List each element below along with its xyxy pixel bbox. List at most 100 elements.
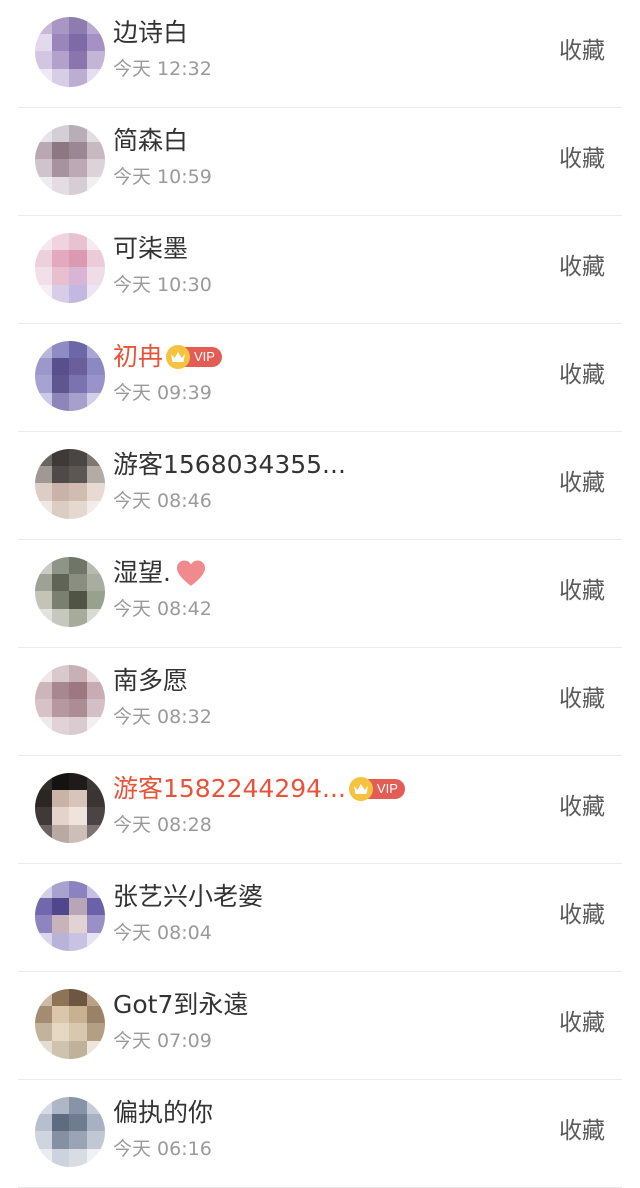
avatar-pixel: [86, 51, 105, 70]
avatar-pixel: [35, 159, 53, 178]
avatar-pixel: [86, 249, 105, 269]
timestamp: 今天 07:09: [113, 1030, 212, 1052]
avatar[interactable]: [35, 665, 105, 735]
avatar[interactable]: [35, 233, 105, 303]
avatar-pixel: [51, 249, 71, 269]
avatar-pixel: [35, 807, 53, 826]
list-item[interactable]: 南多愿 今天 08:32 收藏: [0, 648, 640, 756]
avatar-pixel: [86, 1113, 105, 1133]
avatar-pixel: [86, 341, 105, 359]
avatar-pixel: [35, 681, 53, 701]
avatar[interactable]: [35, 449, 105, 519]
avatar-pixel: [69, 1148, 88, 1167]
avatar-pixel: [69, 51, 88, 70]
avatar-pixel: [35, 68, 53, 87]
avatar-pixel: [35, 233, 53, 251]
avatar-pixel: [69, 500, 88, 519]
avatar-pixel: [86, 1131, 105, 1150]
collect-button[interactable]: 收藏: [559, 252, 605, 282]
avatar-pixel: [86, 33, 105, 53]
list-item[interactable]: 可柒墨 今天 10:30 收藏: [0, 216, 640, 324]
timestamp: 今天 08:32: [113, 706, 212, 728]
crown-icon: [166, 345, 191, 369]
avatar-pixel: [86, 773, 105, 791]
avatar-pixel: [35, 881, 53, 899]
avatar-pixel: [35, 608, 53, 627]
avatar-pixel: [51, 341, 71, 359]
avatar-pixel: [69, 897, 88, 917]
collect-button[interactable]: 收藏: [559, 576, 605, 606]
avatar-pixel: [86, 1005, 105, 1025]
list-item[interactable]: 简森白 今天 10:59 收藏: [0, 108, 640, 216]
avatar-pixel: [51, 267, 71, 286]
avatar-pixel: [51, 68, 71, 87]
collect-button[interactable]: 收藏: [559, 684, 605, 714]
avatar-pixel: [69, 1005, 88, 1025]
avatar-pixel: [69, 357, 88, 377]
avatar-pixel: [51, 989, 71, 1007]
collect-button[interactable]: 收藏: [559, 900, 605, 930]
list-item[interactable]: 边诗白 今天 12:32 收藏: [0, 0, 640, 108]
timestamp: 今天 10:59: [113, 166, 212, 188]
user-name: 初冉 VIP: [113, 340, 222, 374]
avatar-pixel: [51, 773, 71, 791]
avatar-pixel: [51, 465, 71, 485]
list-item[interactable]: 张艺兴小老婆 今天 08:04 收藏: [0, 864, 640, 972]
avatar-pixel: [86, 557, 105, 575]
avatar[interactable]: [35, 1097, 105, 1167]
avatar-pixel: [69, 465, 88, 485]
avatar-pixel: [86, 716, 105, 735]
avatar[interactable]: [35, 557, 105, 627]
avatar-pixel: [35, 897, 53, 917]
avatar-pixel: [69, 773, 88, 791]
list-item[interactable]: Got7到永遠 今天 07:09 收藏: [0, 972, 640, 1080]
list-item[interactable]: 偏执的你 今天 06:16 收藏: [0, 1080, 640, 1188]
user-name: 可柒墨: [113, 232, 188, 266]
collect-button[interactable]: 收藏: [559, 468, 605, 498]
user-name: 湿望.: [113, 556, 207, 590]
avatar[interactable]: [35, 125, 105, 195]
avatar-pixel: [51, 591, 71, 610]
avatar-pixel: [69, 665, 88, 683]
avatar-pixel: [51, 176, 71, 195]
avatar-pixel: [35, 915, 53, 934]
avatar[interactable]: [35, 341, 105, 411]
collect-button[interactable]: 收藏: [559, 360, 605, 390]
avatar[interactable]: [35, 773, 105, 843]
collect-button[interactable]: 收藏: [559, 36, 605, 66]
avatar-pixel: [86, 17, 105, 35]
timestamp: 今天 06:16: [113, 1138, 212, 1160]
avatar-pixel: [51, 33, 71, 53]
list-item[interactable]: 游客1582244294... VIP 今天 08:28 收藏: [0, 756, 640, 864]
avatar-pixel: [35, 591, 53, 610]
avatar[interactable]: [35, 881, 105, 951]
collect-button[interactable]: 收藏: [559, 1116, 605, 1146]
avatar-pixel: [35, 465, 53, 485]
collect-button[interactable]: 收藏: [559, 792, 605, 822]
user-name: 简森白: [113, 124, 188, 158]
list-item[interactable]: 游客1568034355... 今天 08:46 收藏: [0, 432, 640, 540]
avatar[interactable]: [35, 989, 105, 1059]
avatar-pixel: [51, 483, 71, 502]
avatar-pixel: [86, 1023, 105, 1042]
avatar-pixel: [69, 915, 88, 934]
user-name-text: 可柒墨: [113, 234, 189, 263]
avatar[interactable]: [35, 17, 105, 87]
avatar-pixel: [86, 681, 105, 701]
avatar-pixel: [51, 1113, 71, 1133]
avatar-pixel: [35, 141, 53, 161]
vip-badge: VIP: [166, 345, 222, 369]
avatar-pixel: [69, 125, 88, 143]
list-item[interactable]: 湿望. 今天 08:42 收藏: [0, 540, 640, 648]
collect-button[interactable]: 收藏: [559, 1008, 605, 1038]
collect-button[interactable]: 收藏: [559, 144, 605, 174]
list-item[interactable]: 初冉 VIP 今天 09:39 收藏: [0, 324, 640, 432]
avatar-pixel: [69, 573, 88, 593]
avatar-pixel: [35, 125, 53, 143]
avatar-pixel: [35, 665, 53, 683]
avatar-pixel: [69, 1113, 88, 1133]
avatar-pixel: [51, 557, 71, 575]
avatar-pixel: [51, 159, 71, 178]
avatar-pixel: [86, 1097, 105, 1115]
avatar-pixel: [35, 341, 53, 359]
